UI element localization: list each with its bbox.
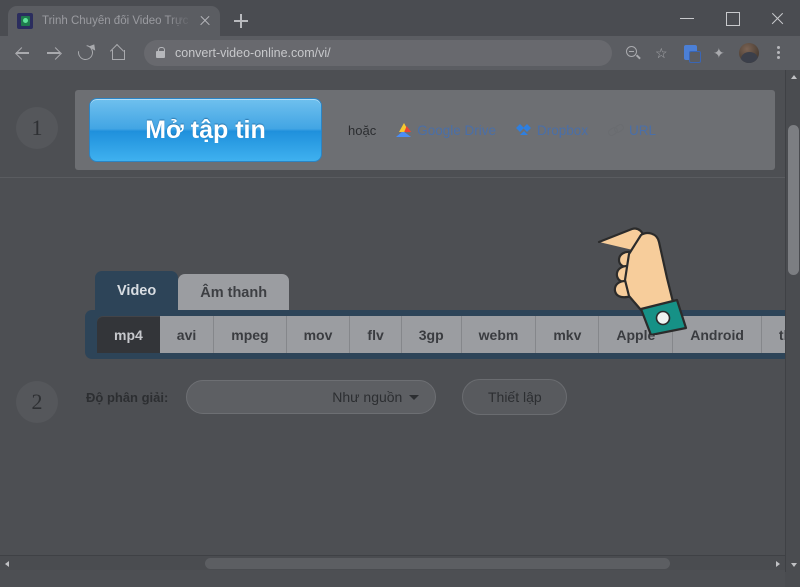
vertical-scroll-thumb[interactable]: [788, 125, 799, 275]
resolution-dropdown[interactable]: Như nguồn: [186, 380, 437, 414]
browser-titlebar: Trinh Chuyển đổi Video Trực tuyế: [0, 0, 800, 36]
chrome-menu-icon[interactable]: [764, 39, 792, 67]
format-mp4[interactable]: mp4: [97, 316, 160, 353]
zoom-icon[interactable]: [619, 39, 647, 67]
dropbox-link[interactable]: Dropbox: [516, 123, 588, 138]
page-viewport: 1 Mở tập tin hoặc Google Drive Dropbox U…: [0, 70, 800, 587]
new-tab-button[interactable]: [227, 7, 255, 35]
lock-icon: [156, 46, 166, 58]
forward-icon[interactable]: [40, 39, 68, 67]
browser-tab[interactable]: Trinh Chuyển đổi Video Trực tuyế: [8, 6, 220, 36]
settings-button[interactable]: Thiết lập: [462, 379, 568, 415]
window-controls: [665, 0, 800, 36]
scroll-right-arrow-icon[interactable]: [770, 556, 785, 571]
horizontal-scrollbar[interactable]: [0, 555, 785, 570]
open-file-panel: Mở tập tin hoặc Google Drive Dropbox URL: [75, 90, 775, 170]
back-icon[interactable]: [8, 39, 36, 67]
profile-avatar[interactable]: [735, 39, 763, 67]
resolution-label: Độ phân giải:: [86, 389, 169, 405]
url-link[interactable]: URL: [608, 123, 656, 138]
maximize-icon[interactable]: [710, 0, 755, 36]
browser-toolbar: convert-video-online.com/vi/ ☆ ✦: [0, 36, 800, 70]
scroll-down-arrow-icon[interactable]: [786, 557, 800, 572]
puzzle-glyph: ✦: [713, 45, 725, 61]
dropbox-label: Dropbox: [537, 122, 589, 138]
converter-page: 1 Mở tập tin hoặc Google Drive Dropbox U…: [0, 70, 800, 570]
format-mpeg[interactable]: mpeg: [214, 316, 287, 353]
format-mov[interactable]: mov: [286, 316, 351, 353]
link-icon: [608, 123, 623, 137]
step-1-section: 1 Mở tập tin hoặc Google Drive Dropbox U…: [0, 78, 785, 178]
address-bar[interactable]: convert-video-online.com/vi/: [144, 40, 612, 66]
step-1-badge: 1: [16, 107, 58, 149]
toolbar-icons: ☆ ✦: [618, 39, 792, 67]
format-3gp[interactable]: 3gp: [401, 316, 462, 353]
google-drive-label: Google Drive: [417, 122, 496, 138]
pointing-hand-cursor: [585, 210, 710, 335]
scroll-up-arrow-icon[interactable]: [786, 70, 800, 85]
google-drive-link[interactable]: Google Drive: [396, 123, 496, 138]
tab-title: Trinh Chuyển đổi Video Trực tuyế: [42, 15, 194, 27]
horizontal-scroll-thumb[interactable]: [205, 558, 670, 569]
tab-audio[interactable]: Âm thanh: [178, 274, 290, 311]
format-flv[interactable]: flv: [350, 316, 402, 353]
vertical-scrollbar[interactable]: [785, 70, 800, 572]
reload-icon[interactable]: [72, 39, 100, 67]
url-text: convert-video-online.com/vi/: [175, 46, 331, 60]
close-icon[interactable]: [196, 12, 214, 30]
home-icon[interactable]: [104, 39, 132, 67]
minimize-icon[interactable]: [665, 0, 710, 36]
chevron-down-icon: [409, 394, 420, 400]
tab-video[interactable]: Video: [95, 271, 179, 311]
star-glyph: ☆: [655, 45, 668, 61]
open-file-button[interactable]: Mở tập tin: [89, 98, 322, 162]
format-avi[interactable]: avi: [159, 316, 215, 353]
browser-window: Trinh Chuyển đổi Video Trực tuyế convert…: [0, 0, 800, 587]
url-label: URL: [629, 122, 657, 138]
media-type-tabs: Video Âm thanh: [95, 271, 290, 311]
extensions-puzzle-icon[interactable]: ✦: [706, 39, 734, 67]
scrollbar-corner: [785, 572, 800, 587]
video-converter-favicon: [17, 13, 33, 29]
window-close-icon[interactable]: [755, 0, 800, 36]
translate-icon[interactable]: [677, 39, 705, 67]
google-drive-icon: [396, 123, 412, 137]
bookmark-star-icon[interactable]: ☆: [648, 39, 676, 67]
or-label: hoặc: [348, 122, 377, 138]
dropbox-icon: [516, 123, 531, 137]
resolution-row: Độ phân giải: Như nguồn Thiết lập: [0, 375, 785, 419]
format-webm[interactable]: webm: [461, 316, 537, 353]
resolution-value: Như nguồn: [332, 389, 403, 405]
scroll-left-arrow-icon[interactable]: [0, 556, 15, 571]
